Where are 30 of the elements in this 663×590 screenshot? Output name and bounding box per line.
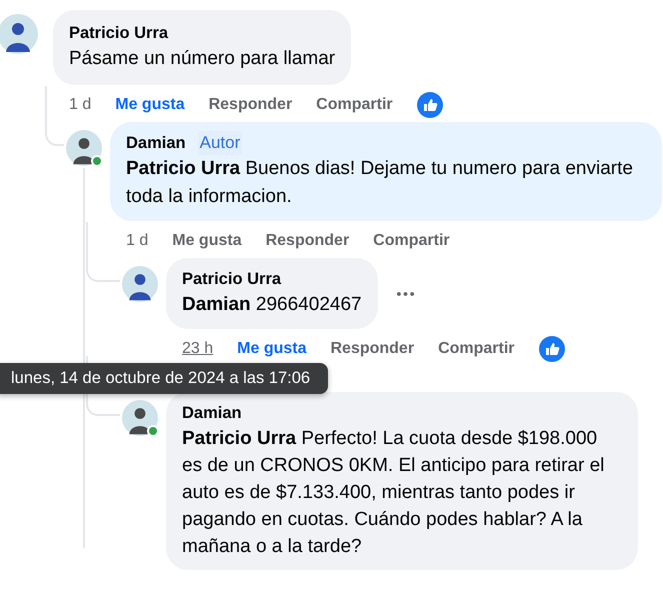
thread-line xyxy=(45,86,64,146)
reply-link[interactable]: Responder xyxy=(208,96,292,114)
share-link[interactable]: Compartir xyxy=(438,340,515,358)
like-link[interactable]: Me gusta xyxy=(172,232,242,250)
more-options-icon[interactable] xyxy=(396,290,415,296)
avatar[interactable] xyxy=(122,400,158,436)
comment-text: Pásame un número para llamar xyxy=(69,47,336,71)
share-link[interactable]: Compartir xyxy=(316,96,393,114)
reply-link[interactable]: Responder xyxy=(266,232,350,250)
like-reaction-icon[interactable] xyxy=(538,336,565,362)
timestamp-link[interactable]: 1 d xyxy=(69,96,92,114)
author-name[interactable]: Damian xyxy=(182,401,242,425)
comment-text: Patricio Urra Buenos dias! Dejame tu numero para enviarte toda la informacion. xyxy=(126,157,634,209)
author-name[interactable]: Damian xyxy=(126,131,186,155)
reply-link[interactable]: Responder xyxy=(330,340,414,358)
author-badge: Autor xyxy=(198,131,242,155)
timestamp-link[interactable]: 23 h xyxy=(182,340,214,358)
author-name[interactable]: Patricio Urra xyxy=(182,267,282,291)
avatar[interactable] xyxy=(122,266,158,302)
comment-text: Damian 2966402467 xyxy=(182,293,362,317)
like-link[interactable]: Me gusta xyxy=(115,96,185,114)
author-name[interactable]: Patricio Urra xyxy=(69,21,168,45)
avatar[interactable] xyxy=(66,130,102,166)
share-link[interactable]: Compartir xyxy=(373,232,450,250)
like-reaction-icon[interactable] xyxy=(416,92,443,118)
comment-text: Patricio Urra Perfecto! La cuota desde $198.000 es de un CRONOS 0KM. El anticipo para retirar el auto es de $7.133.400, mientras tanto podes ir pagando en cuotas. Cuándo podes hablar? A la mañana o a la tarde? xyxy=(182,427,606,559)
date-tooltip: lunes, 14 de octubre de 2024 a las 17:06 xyxy=(0,363,328,394)
timestamp-link[interactable]: 1 d xyxy=(126,232,148,250)
like-link[interactable]: Me gusta xyxy=(237,340,306,358)
avatar[interactable] xyxy=(0,14,38,54)
